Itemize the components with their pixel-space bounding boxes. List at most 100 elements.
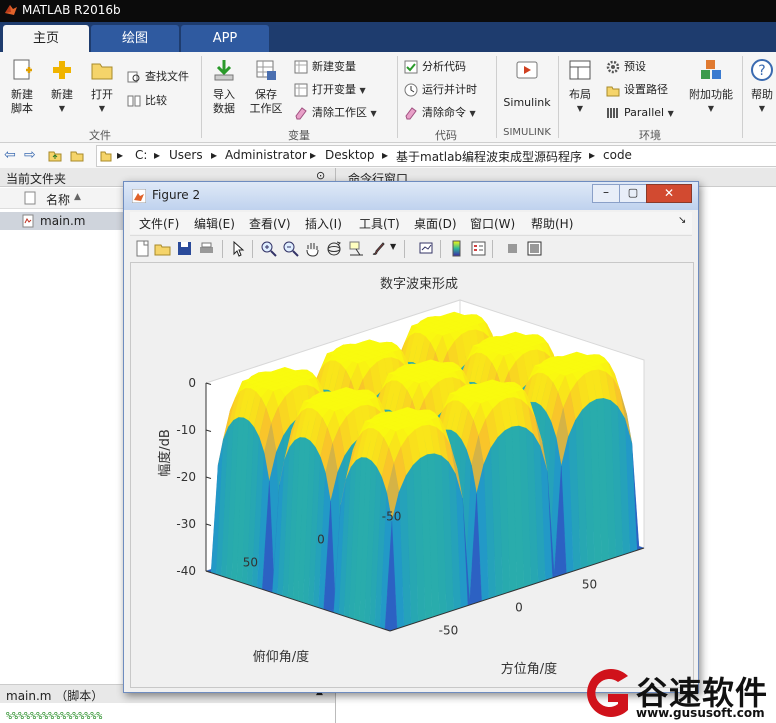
import-icon xyxy=(214,60,234,81)
menu-file[interactable]: 文件(F) xyxy=(139,215,179,232)
menu-insert[interactable]: 插入(I) xyxy=(305,215,342,232)
clear-commands-button[interactable]: 清除命令 ▼ xyxy=(404,104,476,122)
plus-icon xyxy=(53,61,71,79)
pan-hand-icon[interactable] xyxy=(304,240,321,257)
analyze-code-button[interactable]: 分析代码 xyxy=(404,58,466,76)
save-icon[interactable] xyxy=(176,240,193,257)
minimize-button[interactable]: – xyxy=(592,184,620,203)
path-segment[interactable]: Administrator xyxy=(225,148,307,162)
figure-toolbar: ▼ xyxy=(130,235,692,263)
close-button[interactable]: ✕ xyxy=(646,184,692,203)
menu-desktop[interactable]: 桌面(D) xyxy=(414,215,457,232)
x-tick-label: -50 xyxy=(439,624,459,638)
legend-icon[interactable] xyxy=(470,240,487,257)
up-folder-icon[interactable] xyxy=(48,148,62,162)
surface-chart[interactable]: 0 -10 -20 -30 -40 50 0 -50 -50 0 50 数字波束形成幅度/dB 俯仰角/… xyxy=(131,263,691,685)
plot-area[interactable]: 0 -10 -20 -30 -40 50 0 -50 -50 0 50 数字波束形成 幅度/dB 俯仰角/… xyxy=(130,262,694,688)
layout-arrow-icon[interactable]: ▼ xyxy=(562,102,598,116)
file-name: main.m xyxy=(40,214,86,228)
path-segment[interactable]: Users xyxy=(169,148,203,162)
compare-label: 比较 xyxy=(145,94,167,107)
open-variable-arrow-icon[interactable]: ▼ xyxy=(360,86,366,95)
colorbar-icon[interactable] xyxy=(448,240,465,257)
browse-folder-icon[interactable] xyxy=(70,148,84,162)
forward-arrow-icon[interactable]: ⇨ xyxy=(24,147,36,163)
path-segment[interactable]: code xyxy=(603,148,632,162)
run-and-time-button[interactable]: 运行并计时 xyxy=(404,81,477,99)
clear-workspace-icon xyxy=(295,107,307,120)
new-script-label-1: 新建 xyxy=(11,88,33,101)
menu-tools[interactable]: 工具(T) xyxy=(359,215,400,232)
open-button[interactable]: 打开 ▼ xyxy=(84,58,120,116)
link-plot-icon[interactable] xyxy=(418,240,435,257)
path-box[interactable]: ▸ C: ▸ Users ▸ Administrator ▸ Desktop ▸… xyxy=(96,145,776,167)
clear-workspace-label: 清除工作区 xyxy=(312,106,367,119)
compare-button[interactable]: 比较 xyxy=(127,92,167,110)
clear-commands-label: 清除命令 xyxy=(422,106,466,119)
menu-window[interactable]: 窗口(W) xyxy=(470,215,515,232)
new-script-button[interactable]: 新建 脚本 xyxy=(4,58,40,116)
details-title: main.m （脚本） xyxy=(6,689,104,703)
menu-view[interactable]: 查看(V) xyxy=(249,215,291,232)
help-arrow-icon[interactable]: ▼ xyxy=(748,102,776,116)
show-plot-tools-icon[interactable] xyxy=(526,240,543,257)
path-segment[interactable]: Desktop xyxy=(325,148,375,162)
chart-title: 数字波束形成 xyxy=(380,277,458,292)
set-path-button[interactable]: 设置路径 xyxy=(606,81,668,99)
tab-apps[interactable]: APP xyxy=(181,25,269,52)
new-button[interactable]: 新建 ▼ xyxy=(44,58,80,116)
hide-plot-tools-icon[interactable] xyxy=(504,240,521,257)
clear-workspace-button[interactable]: 清除工作区 ▼ xyxy=(294,104,377,122)
tab-home[interactable]: 主页 xyxy=(3,25,89,52)
menu-overflow-icon[interactable]: ↘ xyxy=(678,215,686,226)
new-figure-icon[interactable] xyxy=(134,240,151,257)
set-path-label: 设置路径 xyxy=(624,83,668,96)
group-env-label: 环境 xyxy=(639,129,661,142)
new-variable-button[interactable]: 新建变量 xyxy=(294,58,356,76)
new-dropdown-arrow-icon[interactable]: ▼ xyxy=(44,102,80,116)
save-workspace-button[interactable]: 保存 工作区 xyxy=(246,58,286,116)
open-variable-button[interactable]: 打开变量 ▼ xyxy=(294,81,366,99)
sort-ascending-icon: ▲ xyxy=(74,192,81,202)
clear-commands-arrow-icon[interactable]: ▼ xyxy=(470,109,476,118)
data-cursor-icon[interactable] xyxy=(348,240,365,257)
parallel-icon xyxy=(607,108,618,118)
addons-arrow-icon[interactable]: ▼ xyxy=(686,102,736,116)
simulink-icon xyxy=(516,61,538,79)
parallel-arrow-icon[interactable]: ▼ xyxy=(668,109,674,118)
new-variable-icon xyxy=(294,60,308,74)
zoom-out-icon[interactable] xyxy=(282,240,299,257)
clear-workspace-arrow-icon[interactable]: ▼ xyxy=(371,109,377,118)
layout-button[interactable]: 布局 ▼ xyxy=(562,58,598,116)
path-segment[interactable]: 基于matlab编程波束成型源码程序 xyxy=(396,148,582,165)
path-sep-icon: ▸ xyxy=(117,148,124,162)
set-path-icon xyxy=(606,86,620,97)
parallel-button[interactable]: Parallel ▼ xyxy=(606,104,674,122)
rotate-3d-icon[interactable] xyxy=(326,240,343,257)
preferences-button[interactable]: 预设 xyxy=(606,58,646,76)
maximize-button[interactable]: ▢ xyxy=(619,184,647,203)
path-segment[interactable]: C: xyxy=(135,148,147,162)
import-data-button[interactable]: 导入 数据 xyxy=(206,58,242,116)
open-dropdown-arrow-icon[interactable]: ▼ xyxy=(84,102,120,116)
help-button[interactable]: ? 帮助 ▼ xyxy=(748,58,776,116)
open-file-icon[interactable] xyxy=(154,240,171,257)
addons-button[interactable]: 附加功能 ▼ xyxy=(686,58,736,116)
print-icon[interactable] xyxy=(198,240,215,257)
brush-icon[interactable] xyxy=(370,240,387,257)
back-arrow-icon[interactable]: ⇦ xyxy=(4,147,16,163)
figure-title-bar[interactable]: Figure 2 – ▢ ✕ xyxy=(124,182,698,210)
menu-help[interactable]: 帮助(H) xyxy=(531,215,573,232)
zoom-in-icon[interactable] xyxy=(260,240,277,257)
simulink-button[interactable]: Simulink xyxy=(500,58,554,110)
z-tick-label: -40 xyxy=(176,564,196,578)
brush-dropdown-icon[interactable]: ▼ xyxy=(390,242,396,251)
simulink-label: Simulink xyxy=(503,96,551,109)
ribbon-tab-strip: 主页 绘图 APP xyxy=(0,22,776,52)
y-axis-label: 俯仰角/度 xyxy=(253,649,309,665)
group-file-label: 文件 xyxy=(89,129,111,142)
find-files-button[interactable]: 查找文件 xyxy=(127,68,189,86)
menu-edit[interactable]: 编辑(E) xyxy=(194,215,235,232)
tab-plots[interactable]: 绘图 xyxy=(91,25,179,52)
pointer-icon[interactable] xyxy=(230,240,247,257)
